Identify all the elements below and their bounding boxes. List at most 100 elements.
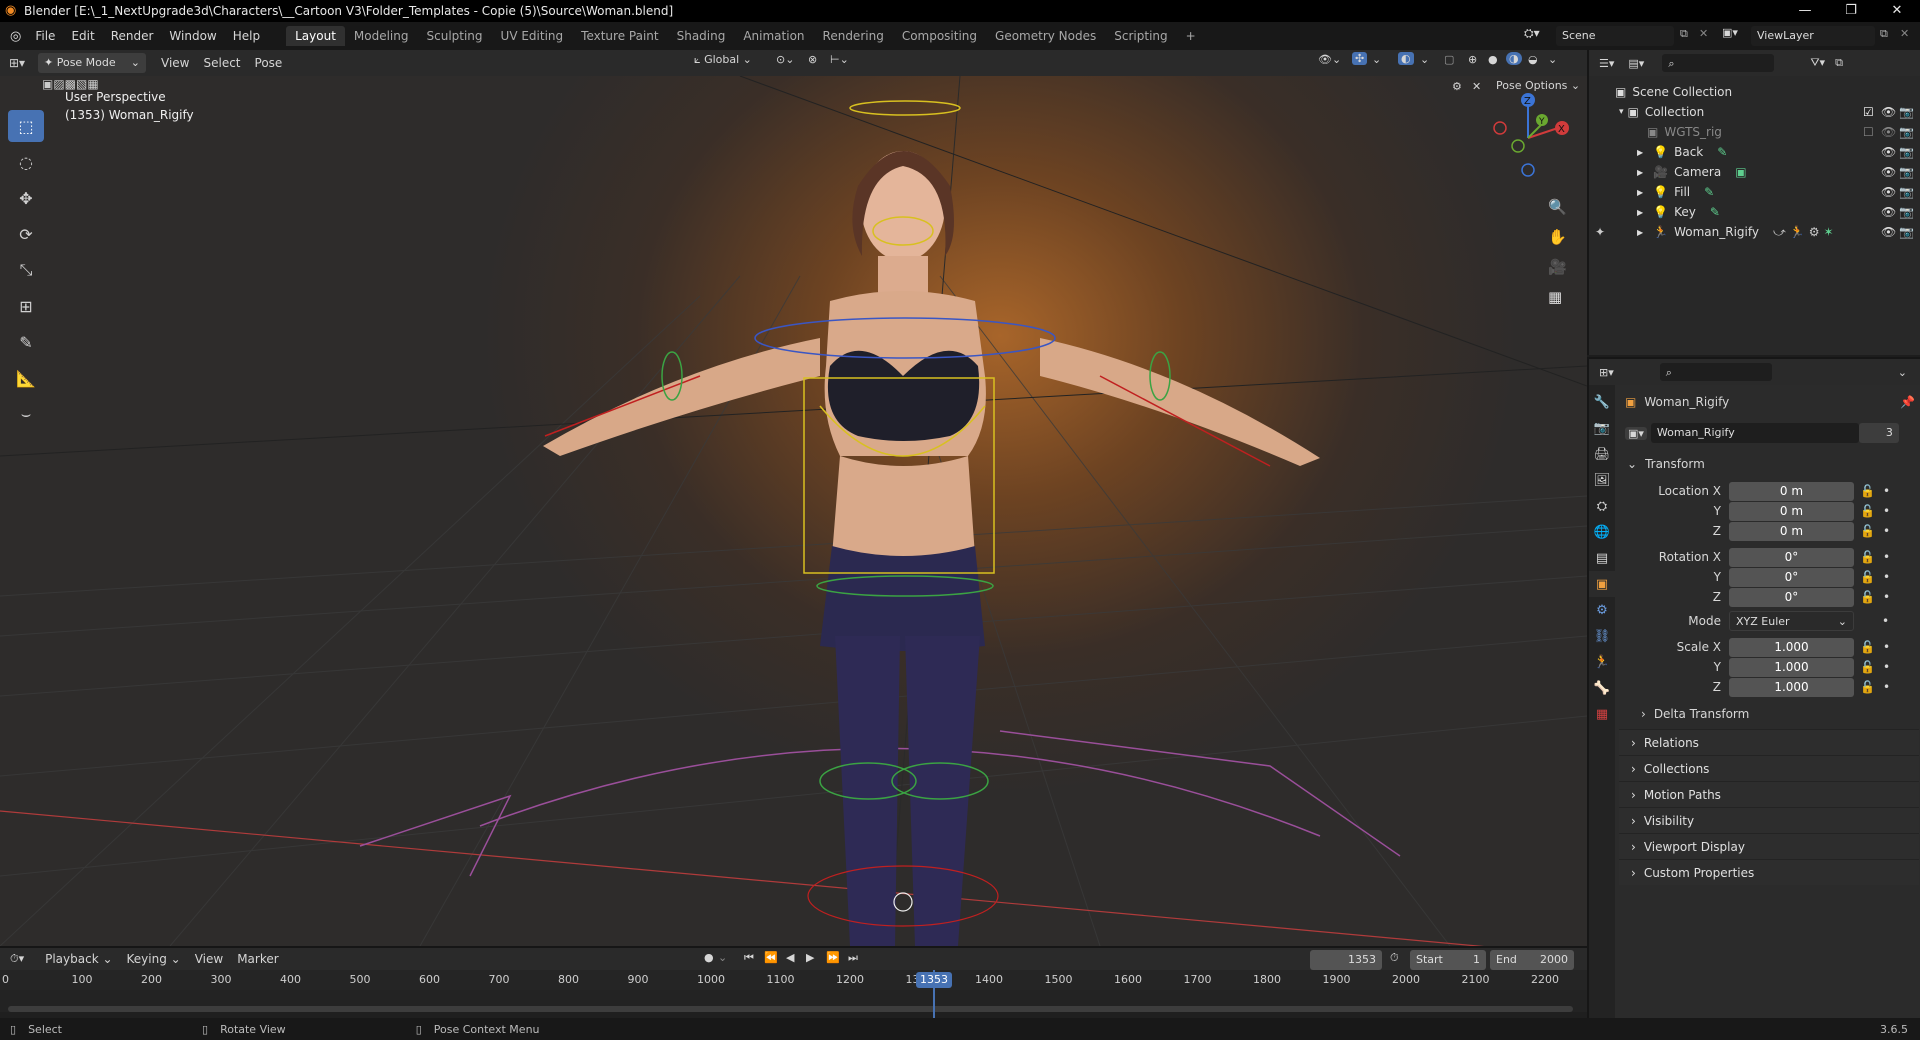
- 3d-viewport[interactable]: User Perspective (1353) Woman_Rigify Z X…: [0, 76, 1587, 946]
- mode-dropdown[interactable]: ✦ Pose Mode ⌄: [38, 53, 146, 73]
- light-data-icon[interactable]: ✎: [1704, 185, 1714, 199]
- maximize-button[interactable]: ❐: [1828, 0, 1874, 22]
- select-mode-buttons[interactable]: ▣▨▩▧▦: [42, 77, 99, 91]
- relax-pose-tool[interactable]: ⌣: [8, 398, 44, 430]
- modifier-tab-icon[interactable]: ⚙: [1589, 597, 1615, 623]
- user-count-field[interactable]: 3: [1858, 423, 1899, 443]
- expand-arrow-icon[interactable]: ▾: [1619, 107, 1624, 117]
- camera-data-icon[interactable]: ▣: [1735, 165, 1746, 179]
- rotation-mode-dropdown[interactable]: XYZ Euler ⌄: [1729, 611, 1854, 631]
- shading-dropdown-icon[interactable]: ⌄: [1548, 53, 1557, 66]
- timeline-editor-icon[interactable]: ⏱▾: [10, 952, 24, 966]
- render-camera-icon[interactable]: 📷: [1899, 125, 1914, 139]
- delete-view-layer-icon[interactable]: ✕: [1900, 27, 1909, 40]
- navigation-gizmo[interactable]: Z X Y: [1490, 86, 1580, 186]
- prev-keyframe-icon[interactable]: ⏪: [764, 951, 778, 964]
- view-layer-icon[interactable]: ▣▾: [1722, 26, 1738, 39]
- new-scene-icon[interactable]: ⧉: [1680, 27, 1688, 41]
- pose-icon[interactable]: ✶: [1824, 225, 1834, 239]
- current-frame-field[interactable]: 1353: [1310, 950, 1382, 970]
- visibility-panel[interactable]: › Visibility: [1619, 807, 1919, 833]
- rotation-x-field[interactable]: 0°: [1729, 547, 1854, 567]
- keyframe-dot-icon[interactable]: •: [1883, 640, 1890, 654]
- pose-options-button[interactable]: Pose Options ⌄: [1496, 79, 1580, 92]
- ortho-grid-icon[interactable]: ▦: [1548, 282, 1567, 312]
- scene-name-field[interactable]: Scene: [1556, 26, 1674, 46]
- scale-y-field[interactable]: 1.000: [1729, 657, 1854, 677]
- jump-start-icon[interactable]: ⏮: [744, 951, 754, 965]
- gizmo-toggle-icon[interactable]: ✣: [1352, 52, 1368, 65]
- scale-tool[interactable]: ⤡: [8, 254, 44, 286]
- next-keyframe-icon[interactable]: ⏩: [826, 951, 840, 964]
- menu-render[interactable]: Render: [103, 29, 162, 43]
- outliner-item-wgts-rig[interactable]: ▣ WGTS_rig ☐ 👁 📷: [1589, 122, 1920, 142]
- rendered-shading-icon[interactable]: ◒: [1528, 53, 1538, 66]
- select-box-tool[interactable]: ⬚: [8, 110, 44, 142]
- bone-tab-icon[interactable]: 🦴: [1589, 675, 1615, 701]
- lock-icon[interactable]: 🔓: [1860, 524, 1875, 538]
- render-camera-icon[interactable]: 📷: [1899, 165, 1914, 179]
- gizmo-dropdown-icon[interactable]: ⌄: [1372, 53, 1381, 66]
- pivot-icon[interactable]: ⊙⌄: [776, 53, 794, 66]
- properties-editor-icon[interactable]: ⊞▾: [1599, 366, 1614, 379]
- visibility-icon[interactable]: 👁⌄: [1318, 53, 1341, 66]
- timeline-view-menu[interactable]: View: [188, 952, 230, 966]
- lock-icon[interactable]: 🔓: [1860, 590, 1875, 604]
- measure-tool[interactable]: 📐: [8, 362, 44, 394]
- object-browse-icon[interactable]: ▣▾: [1625, 426, 1647, 440]
- lock-icon[interactable]: 🔓: [1860, 550, 1875, 564]
- new-view-layer-icon[interactable]: ⧉: [1880, 27, 1888, 41]
- eye-icon[interactable]: 👁: [1881, 225, 1896, 239]
- view-layer-field[interactable]: ViewLayer: [1751, 26, 1875, 46]
- eye-icon[interactable]: 👁: [1881, 185, 1896, 199]
- lock-icon[interactable]: 🔓: [1860, 660, 1875, 674]
- play-icon[interactable]: ▶: [806, 951, 814, 964]
- filter-icon[interactable]: ⛛▾: [1810, 56, 1825, 70]
- snap-target-icon[interactable]: ⊢⌄: [830, 53, 849, 66]
- mirror-x-icon[interactable]: ✕: [1472, 80, 1481, 93]
- lock-icon[interactable]: 🔓: [1860, 504, 1875, 518]
- start-frame-field[interactable]: Start 1: [1410, 950, 1486, 970]
- properties-search-input[interactable]: ⌕: [1659, 363, 1772, 381]
- menu-help[interactable]: Help: [225, 29, 268, 43]
- eye-icon[interactable]: 👁: [1881, 105, 1896, 119]
- keyframe-dot-icon[interactable]: •: [1883, 484, 1890, 498]
- modifier-icon[interactable]: ⤻: [1773, 225, 1786, 240]
- expand-arrow-icon[interactable]: ▶: [1637, 188, 1643, 197]
- timeline[interactable]: 0 100 200 300 400 500 600 700 800 900 1000 1100 1200…: [0, 970, 1587, 1018]
- playback-menu[interactable]: Playback ⌄: [38, 952, 119, 966]
- pose-mode-toggle-icon[interactable]: ✦: [1595, 225, 1605, 239]
- location-z-field[interactable]: 0 m: [1729, 521, 1854, 541]
- move-tool[interactable]: ✥: [8, 182, 44, 214]
- output-tab-icon[interactable]: 🖨: [1589, 441, 1615, 467]
- collections-panel[interactable]: › Collections: [1619, 755, 1919, 781]
- menu-window[interactable]: Window: [161, 29, 224, 43]
- constraints-tab-icon[interactable]: ⛓: [1589, 623, 1615, 649]
- menu-file[interactable]: File: [27, 29, 63, 43]
- outliner-collection[interactable]: ▾ ▣ Collection ☑ 👁 📷: [1589, 102, 1920, 122]
- render-camera-icon[interactable]: 📷: [1899, 105, 1914, 119]
- tab-geometry-nodes[interactable]: Geometry Nodes: [986, 26, 1105, 46]
- snap-icon[interactable]: ⊗: [808, 53, 817, 66]
- scale-x-field[interactable]: 1.000: [1729, 637, 1854, 657]
- minimize-button[interactable]: —: [1782, 0, 1828, 22]
- render-camera-icon[interactable]: 📷: [1899, 145, 1914, 159]
- tab-modeling[interactable]: Modeling: [345, 26, 418, 46]
- viewport-display-panel[interactable]: › Viewport Display: [1619, 833, 1919, 859]
- outliner-item-woman-rigify[interactable]: ✦ ▶ 🏃 Woman_Rigify ⤻ 🏃 ⚙ ✶ 👁 📷: [1589, 222, 1920, 242]
- armature-data-icon[interactable]: 🏃: [1790, 225, 1805, 239]
- tab-texture-paint[interactable]: Texture Paint: [572, 26, 667, 46]
- eye-icon[interactable]: 👁: [1881, 165, 1896, 179]
- marker-menu[interactable]: Marker: [230, 952, 285, 966]
- keyframe-dot-icon[interactable]: •: [1883, 550, 1890, 564]
- scene-tab-icon[interactable]: ⛭: [1589, 493, 1615, 519]
- auto-keying-icon[interactable]: ●: [704, 951, 714, 964]
- light-data-icon[interactable]: ✎: [1717, 145, 1727, 159]
- tab-scripting[interactable]: Scripting: [1105, 26, 1176, 46]
- expand-arrow-icon[interactable]: ▶: [1637, 148, 1643, 157]
- keyframe-dot-icon[interactable]: •: [1883, 524, 1890, 538]
- outliner-scene-collection[interactable]: ▣ Scene Collection: [1589, 82, 1920, 102]
- keyframe-dot-icon[interactable]: •: [1882, 614, 1889, 628]
- pin-icon[interactable]: 📌: [1900, 395, 1915, 409]
- menu-select[interactable]: Select: [196, 56, 247, 70]
